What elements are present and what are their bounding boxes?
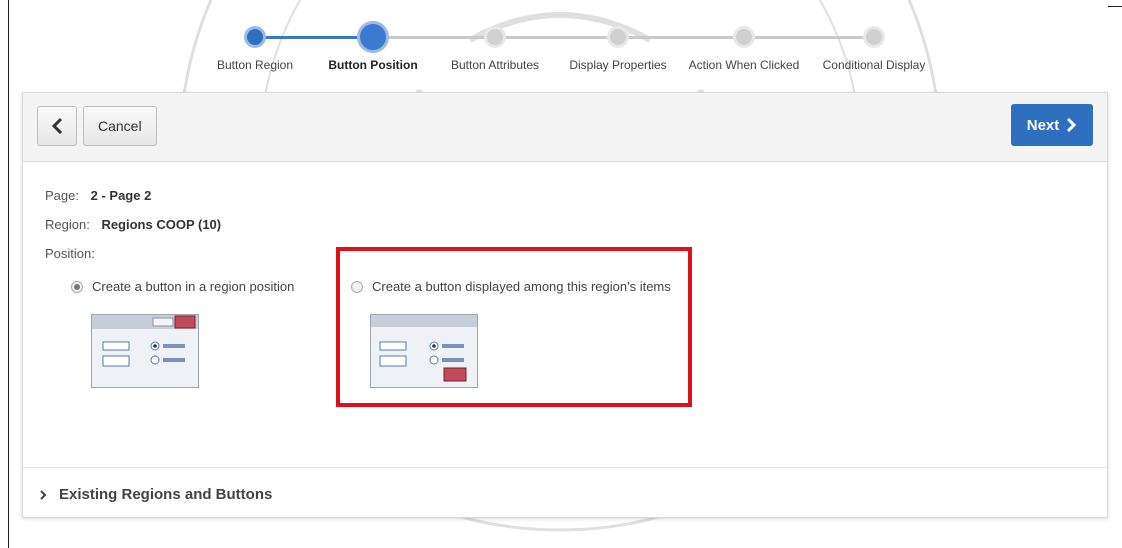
next-button-label: Next xyxy=(1026,116,1060,134)
window-border-top xyxy=(1108,6,1122,7)
region-value: Regions COOP (10) xyxy=(101,217,222,232)
page-label: Page: xyxy=(45,188,79,203)
wizard-step-conditional-display: Conditional Display xyxy=(814,18,934,72)
wizard-step-button-position: Button Position xyxy=(318,18,428,72)
wizard-step-button-attributes: Button Attributes xyxy=(440,18,550,72)
radio-region-position[interactable] xyxy=(71,280,83,293)
option-region-position[interactable]: Create a button in a region position xyxy=(71,279,294,294)
chevron-left-icon xyxy=(51,117,63,135)
region-info: Region: Regions COOP (10) xyxy=(45,217,221,232)
wizard-step-action-when-clicked: Action When Clicked xyxy=(684,18,804,72)
region-label: Region: xyxy=(45,217,90,232)
option-label: Create a button in a region position xyxy=(92,279,295,294)
back-button[interactable] xyxy=(37,106,77,146)
wizard-progress: Button Region Button Position Button Att… xyxy=(200,18,940,78)
cancel-button[interactable]: Cancel xyxy=(83,106,157,146)
next-button[interactable]: Next xyxy=(1011,104,1093,146)
wizard-step-dot xyxy=(484,26,506,48)
wizard-step-dot xyxy=(244,26,266,48)
page-value: 2 - Page 2 xyxy=(90,188,152,203)
chevron-right-icon xyxy=(40,489,47,500)
chevron-right-icon xyxy=(1067,117,1077,133)
wizard-step-label: Button Region xyxy=(216,58,294,72)
wizard-step-dot xyxy=(733,26,755,48)
panel-header: Cancel Next xyxy=(23,93,1107,162)
section-divider xyxy=(23,467,1107,468)
wizard-step-dot-current xyxy=(357,21,389,53)
wizard-step-dot xyxy=(607,26,629,48)
existing-regions-label: Existing Regions and Buttons xyxy=(59,486,273,503)
wizard-step-button-region: Button Region xyxy=(200,18,310,72)
wizard-step-label: Button Position xyxy=(328,58,418,72)
position-label: Position: xyxy=(45,246,95,261)
wizard-step-label: Action When Clicked xyxy=(688,58,800,72)
wizard-step-label: Conditional Display xyxy=(822,58,926,72)
wizard-step-label: Button Attributes xyxy=(450,58,540,72)
existing-regions-toggle[interactable]: Existing Regions and Buttons xyxy=(39,486,272,503)
page-info: Page: 2 - Page 2 xyxy=(45,188,151,203)
wizard-step-dot xyxy=(863,26,885,48)
window-border-left xyxy=(8,0,9,548)
highlight-annotation xyxy=(336,247,692,407)
wizard-step-display-properties: Display Properties xyxy=(558,18,678,72)
position-info: Position: xyxy=(45,246,95,261)
wizard-step-label: Display Properties xyxy=(569,58,667,72)
region-position-preview-image xyxy=(91,314,199,388)
